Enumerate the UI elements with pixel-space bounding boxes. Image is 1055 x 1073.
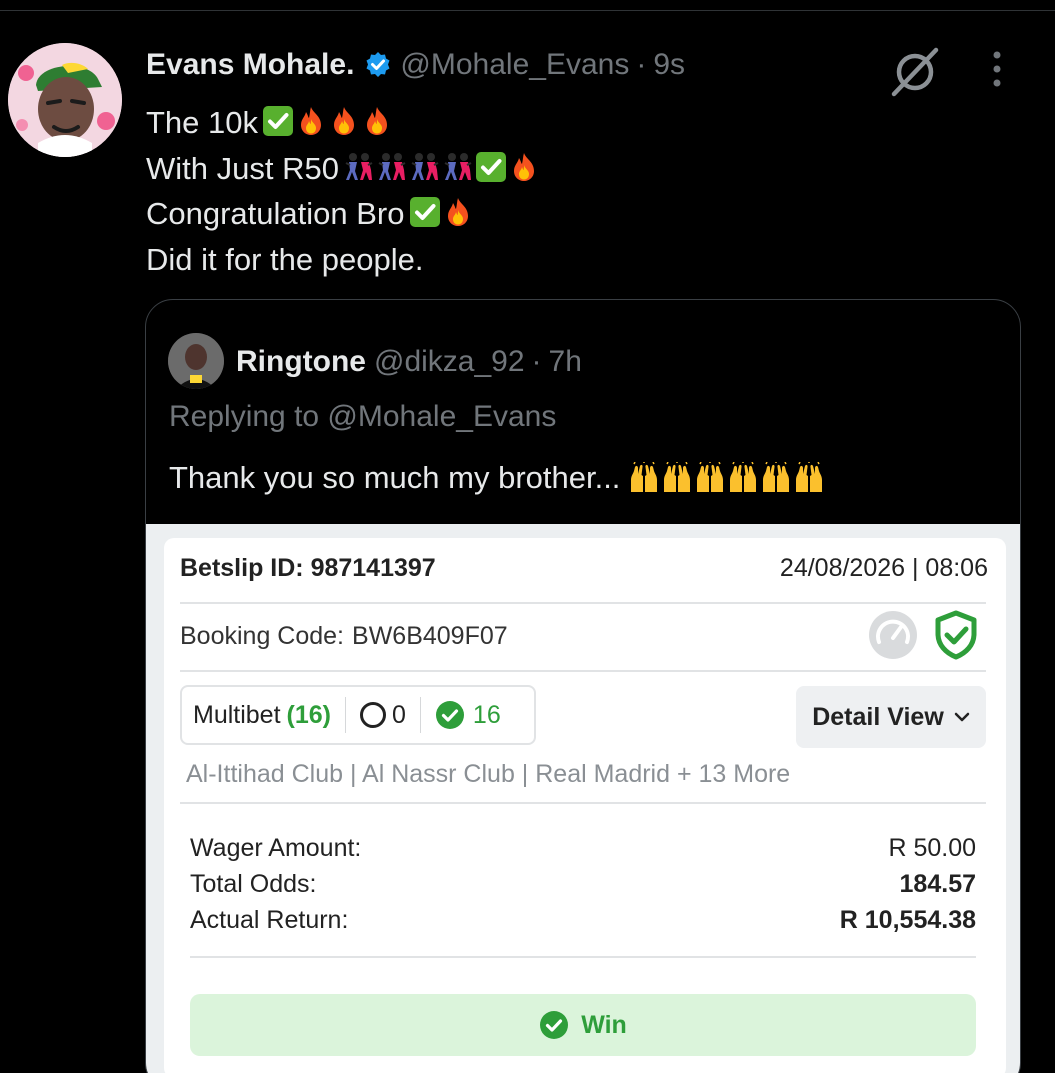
- booking-code-label: Booking Code:: [180, 622, 345, 650]
- quoted-author-handle[interactable]: @dikza_92: [374, 345, 525, 379]
- author-avatar[interactable]: [8, 43, 122, 157]
- dancers-emoji-icon: [442, 151, 474, 183]
- raised-hands-emoji-icon: [760, 462, 792, 494]
- post-line-3: Congratulation Bro: [146, 191, 1026, 237]
- post-line-text: Did it for the people.: [146, 241, 424, 277]
- post-view: Evans Mohale. @Mohale_Evans · 9s The 10k: [0, 0, 1055, 1073]
- check-mark-emoji-icon: [475, 151, 507, 183]
- post-line-text: Congratulation Bro: [146, 196, 405, 231]
- detail-view-button[interactable]: Detail View: [796, 686, 986, 748]
- post-text: The 10k With Just R50 Congratulation Bro…: [146, 100, 1026, 282]
- fire-emoji-icon: [442, 196, 474, 228]
- won-check-icon: [435, 701, 464, 729]
- return-label: Actual Return:: [190, 906, 349, 934]
- betslip-card: Betslip ID: 987141397 24/08/2026 | 08:06…: [164, 538, 1006, 1073]
- emoji-group: [262, 105, 394, 137]
- odds-value: 184.57: [899, 870, 976, 898]
- fire-emoji-icon: [295, 105, 327, 137]
- replying-to-label[interactable]: Replying to @Mohale_Evans: [169, 400, 556, 434]
- post-line-1: The 10k: [146, 100, 1026, 146]
- quoted-header-separator: ·: [531, 345, 542, 378]
- win-check-icon: [540, 1011, 569, 1039]
- booking-code-row: Booking Code: BW6B409F07: [180, 622, 508, 651]
- header-separator: ·: [636, 48, 647, 81]
- top-divider: [0, 10, 1055, 11]
- quoted-post-timestamp[interactable]: 7h: [549, 345, 582, 379]
- wager-row: Wager Amount: R 50.00: [190, 834, 976, 863]
- quoted-post[interactable]: Ringtone @dikza_92 · 7h Replying to @Moh…: [145, 299, 1021, 1073]
- raised-hands-emoji-icon: [628, 462, 660, 494]
- odds-row: Total Odds: 184.57: [190, 870, 976, 899]
- raised-hands-emoji-icon: [727, 462, 759, 494]
- teams-list: Al-Ittihad Club | Al Nassr Club | Real M…: [186, 760, 791, 788]
- return-row: Actual Return: R 10,554.38: [190, 906, 976, 935]
- divider: [180, 670, 986, 672]
- divider: [180, 602, 986, 604]
- post-line-text: The 10k: [146, 105, 259, 140]
- check-mark-emoji-icon: [262, 105, 294, 137]
- open-circle-icon: [360, 702, 387, 728]
- emoji-group: [343, 151, 541, 183]
- check-mark-emoji-icon: [409, 196, 441, 228]
- verified-badge-icon: [364, 51, 392, 79]
- post-header: Evans Mohale. @Mohale_Evans · 9s: [146, 44, 685, 86]
- multibet-summary[interactable]: Multibet (16) 0 16: [180, 685, 536, 745]
- dancers-emoji-icon: [376, 151, 408, 183]
- detail-view-label: Detail View: [812, 702, 944, 731]
- win-status-bar: Win: [190, 994, 976, 1056]
- quoted-author-name[interactable]: Ringtone: [236, 345, 366, 379]
- quoted-post-text-content: Thank you so much my brother...: [169, 460, 621, 495]
- post-line-text: With Just R50: [146, 150, 339, 186]
- won-count: 16: [472, 700, 501, 729]
- betslip-id: Betslip ID: 987141397: [180, 554, 436, 582]
- chevron-down-icon: [954, 712, 970, 722]
- divider: [419, 697, 421, 733]
- raised-hands-emoji-icon: [694, 462, 726, 494]
- wager-label: Wager Amount:: [190, 834, 362, 862]
- more-options-icon[interactable]: [982, 48, 1012, 92]
- fire-emoji-icon: [328, 105, 360, 137]
- quoted-post-header: Ringtone @dikza_92 · 7h: [236, 342, 582, 382]
- shield-check-icon: [932, 610, 980, 660]
- post-timestamp[interactable]: 9s: [653, 48, 685, 82]
- return-value: R 10,554.38: [839, 906, 976, 934]
- multibet-count: (16): [286, 700, 332, 729]
- wager-value: R 50.00: [888, 834, 976, 862]
- quoted-author-avatar[interactable]: [168, 333, 224, 389]
- multibet-label: Multibet (16): [193, 700, 332, 729]
- raised-hands-emoji-icon: [793, 462, 825, 494]
- dancers-emoji-icon: [343, 151, 375, 183]
- booking-code-value: BW6B409F07: [352, 622, 508, 650]
- raised-hands-emoji-icon: [661, 462, 693, 494]
- post-line-2: With Just R50: [146, 146, 1026, 192]
- emoji-group: [409, 196, 475, 228]
- betslip-datetime: 24/08/2026 | 08:06: [779, 554, 988, 582]
- odds-label: Total Odds:: [190, 870, 317, 898]
- author-handle[interactable]: @Mohale_Evans: [400, 48, 629, 82]
- fire-emoji-icon: [361, 105, 393, 137]
- divider: [345, 697, 347, 733]
- open-count: 0: [392, 700, 406, 729]
- divider: [190, 956, 976, 958]
- speedometer-icon: [868, 610, 918, 660]
- divider: [180, 802, 986, 804]
- emoji-group: [628, 462, 826, 494]
- post-line-4: Did it for the people.: [146, 237, 1026, 283]
- dancers-emoji-icon: [409, 151, 441, 183]
- win-status-label: Win: [581, 1010, 627, 1039]
- author-name[interactable]: Evans Mohale.: [146, 48, 354, 82]
- quoted-post-text: Thank you so much my brother...: [169, 460, 826, 496]
- grok-icon[interactable]: [886, 46, 942, 98]
- fire-emoji-icon: [508, 151, 540, 183]
